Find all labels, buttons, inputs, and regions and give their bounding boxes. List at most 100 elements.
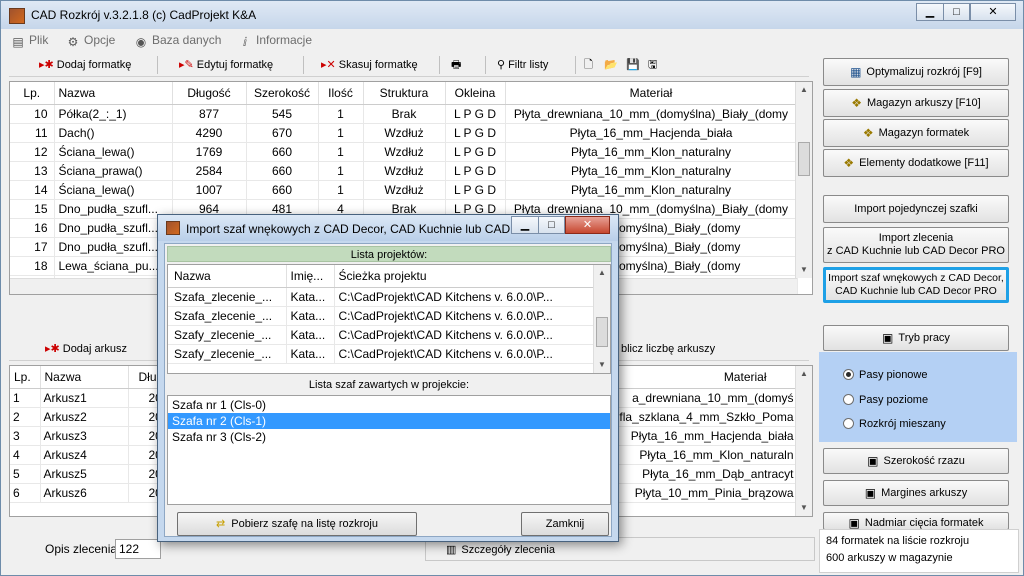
new-file-icon: 🗋	[584, 59, 593, 71]
table-cell: Arkusz6	[40, 483, 129, 503]
list-item[interactable]: Szafa nr 3 (Cls-2)	[168, 429, 610, 445]
menu-baza-danych[interactable]: ◉ Baza danych	[134, 33, 222, 49]
col-lp[interactable]: Lp.	[10, 82, 55, 105]
scroll-up-icon[interactable]: ▲	[796, 82, 812, 98]
radio-vertical-strips[interactable]: Pasy pionowe	[843, 369, 928, 381]
close-icon: ✕	[582, 219, 593, 231]
table-row[interactable]: 11 Dach() 4290 670 1 Wzdłuż L P G D Płyta_16_mm…	[10, 123, 798, 143]
col-struktura[interactable]: Struktura	[363, 82, 446, 105]
table-cell: 660	[246, 161, 319, 181]
close-icon: ✕	[988, 6, 998, 18]
panel-store-button[interactable]: ❖ Magazyn formatek	[823, 119, 1009, 147]
project-row[interactable]: Szafy_zlecenie_... Kata... C:\CadProjekt\C…	[168, 344, 595, 364]
col-szerokosc[interactable]: Szerokość	[246, 82, 319, 105]
optimize-button[interactable]: ▦ Optymalizuj rozkrój [F9]	[823, 58, 1009, 86]
table-cell: 4	[10, 445, 41, 465]
margins-button[interactable]: ▣ Margines arkuszy	[823, 480, 1009, 506]
formatki-vscroll[interactable]: ▲ ▼	[795, 82, 812, 278]
sheet-store-button[interactable]: ❖ Magazyn arkuszy [F10]	[823, 89, 1009, 117]
new-file-button[interactable]: 🗋	[584, 55, 593, 75]
table-cell: C:\CadProjekt\CAD Kitchens v. 6.0.0\P...	[334, 306, 595, 326]
table-row[interactable]: 12 Ściana_lewa() 1769 660 1 Wzdłuż L P G D Płyt…	[10, 142, 798, 162]
col-nazwa[interactable]: Nazwa	[54, 82, 173, 105]
table-cell: Wzdłuż	[363, 123, 446, 143]
col-lp[interactable]: Lp.	[10, 366, 41, 389]
col-nazwa[interactable]: Nazwa	[168, 265, 287, 288]
filter-button[interactable]: ⚲ Filtr listy	[497, 55, 548, 75]
save-icon: 💾	[626, 59, 640, 71]
print-button[interactable]: 🖶	[451, 55, 464, 75]
table-cell: C:\CadProjekt\CAD Kitchens v. 6.0.0\P...	[334, 325, 595, 345]
dialog-close-button[interactable]: ✕	[565, 216, 610, 234]
list-item[interactable]: Szafa nr 1 (Cls-0)	[168, 397, 610, 413]
project-row[interactable]: Szafa_zlecenie_... Kata... C:\CadProjekt\C…	[168, 287, 595, 307]
table-cell: 11	[10, 123, 55, 143]
projects-vscroll[interactable]: ▲ ▼	[593, 265, 610, 373]
scroll-down-icon[interactable]: ▼	[594, 357, 610, 373]
table-cell: Kata...	[286, 306, 335, 326]
close-button[interactable]: ✕	[970, 3, 1016, 21]
project-row[interactable]: Szafa_zlecenie_... Kata... C:\CadProjekt\C…	[168, 306, 595, 326]
wardrobes-list[interactable]: Szafa nr 1 (Cls-0) Szafa nr 2 (Cls-1) Szaf…	[167, 395, 611, 505]
extras-button[interactable]: ❖ Elementy dodatkowe [F11]	[823, 149, 1009, 177]
menu-informacje[interactable]: ⅈ Informacje	[238, 33, 312, 49]
dialog-minimize-button[interactable]: ▁	[511, 216, 539, 234]
minimize-icon: ▁	[520, 219, 530, 231]
save-file-button[interactable]: 💾	[626, 55, 640, 75]
menu-plik[interactable]: ▤ Plik	[11, 33, 48, 49]
import-order-button[interactable]: Import zlecenia z CAD Kuchnie lub CAD Dec…	[823, 227, 1009, 263]
col-sciezka[interactable]: Ścieżka projektu	[334, 265, 595, 288]
table-row[interactable]: 13 Ściana_prawa() 2584 660 1 Wzdłuż L P G D Pły…	[10, 161, 798, 181]
filter-icon: ⚲	[497, 59, 506, 71]
table-cell: 13	[10, 161, 55, 181]
maximize-button[interactable]: □	[943, 3, 970, 21]
table-cell: 14	[10, 180, 55, 200]
add-sheet-button[interactable]: ▸✱ Dodaj arkusz	[45, 339, 127, 359]
table-cell: 660	[246, 180, 319, 200]
radio-horizontal-strips[interactable]: Pasy poziome	[843, 394, 928, 406]
count-sheets-button[interactable]: blicz liczbę arkuszy	[621, 339, 715, 359]
status-panel: 84 formatek na liście rozkroju 600 arkus…	[819, 529, 1019, 573]
col-imie[interactable]: Imię...	[286, 265, 335, 288]
excess-button[interactable]: ▣ Nadmiar cięcia formatek	[823, 512, 1009, 530]
col-ilosc[interactable]: Ilość	[318, 82, 364, 105]
maximize-icon: □	[548, 219, 555, 231]
add-panel-button[interactable]: ▸✱ Dodaj formatkę	[39, 55, 131, 75]
col-material[interactable]: Materiał	[505, 82, 798, 105]
delete-panel-button[interactable]: ▸✕ Skasuj formatkę	[321, 55, 418, 75]
save-as-button[interactable]: 🖫	[648, 55, 657, 75]
minimize-button[interactable]: ▁	[916, 3, 944, 21]
file-icon: ▤	[12, 35, 24, 49]
table-cell: Płyta_16_mm_Klon_naturalny	[505, 142, 798, 162]
details-icon: ▥	[446, 544, 457, 556]
import-wardrobe-button[interactable]: Import szaf wnękowych z CAD Decor, CAD Ku…	[823, 267, 1009, 303]
order-input[interactable]: 122	[115, 539, 161, 559]
radio-mixed[interactable]: Rozkrój mieszany	[843, 418, 946, 430]
work-mode-button[interactable]: ▣ Tryb pracy	[823, 325, 1009, 351]
table-cell: 1769	[172, 142, 247, 162]
scroll-up-icon[interactable]: ▲	[594, 265, 610, 281]
scroll-down-icon[interactable]: ▼	[796, 262, 812, 278]
dialog-title-bar: Import szaf wnękowych z CAD Decor, CAD K…	[158, 215, 618, 241]
table-row[interactable]: 14 Ściana_lewa() 1007 660 1 Wzdłuż L P G D Płyt…	[10, 180, 798, 200]
list-item[interactable]: Szafa nr 2 (Cls-1)	[168, 413, 610, 429]
col-okleina[interactable]: Okleina	[445, 82, 506, 105]
col-nazwa[interactable]: Nazwa	[40, 366, 129, 389]
window-title: CAD Rozkrój v.3.2.1.8 (c) CadProjekt K&A	[31, 8, 257, 22]
fetch-wardrobe-button[interactable]: ⇄ Pobierz szafę na listę rozkroju	[177, 512, 417, 536]
table-row[interactable]: 10 Półka(2_:_1) 877 545 1 Brak L P G D Płyta_dr…	[10, 104, 798, 124]
dialog-maximize-button[interactable]: □	[538, 216, 565, 234]
open-file-button[interactable]: 📂	[604, 55, 618, 75]
edit-panel-button[interactable]: ▸✎ Edytuj formatkę	[179, 55, 273, 75]
table-cell: 4290	[172, 123, 247, 143]
col-dlugosc[interactable]: Długość	[172, 82, 247, 105]
table-cell: 5	[10, 464, 41, 484]
arkusze-vscroll[interactable]: ▲ ▼	[795, 366, 812, 516]
menu-opcje[interactable]: ⚙ Opcje	[66, 33, 116, 49]
import-single-button[interactable]: Import pojedynczej szafki	[823, 195, 1009, 223]
scroll-up-icon[interactable]: ▲	[796, 366, 812, 382]
close-dialog-button[interactable]: Zamknij	[521, 512, 609, 536]
cut-width-button[interactable]: ▣ Szerokość rzazu	[823, 448, 1009, 474]
scroll-down-icon[interactable]: ▼	[796, 500, 812, 516]
project-row[interactable]: Szafy_zlecenie_... Kata... C:\CadProjekt\C…	[168, 325, 595, 345]
